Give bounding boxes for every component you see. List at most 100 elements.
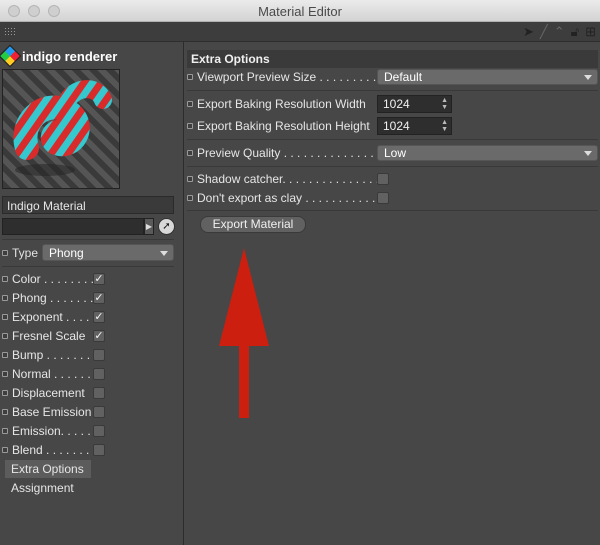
chevron-down-icon [584, 151, 592, 156]
baking-height-value: 1024 [383, 119, 410, 133]
forward-arrow-icon[interactable]: ╱ [540, 24, 548, 40]
shadow-catcher-label: Shadow catcher. . . . . . . . . . . . . … [197, 172, 380, 186]
material-name-field[interactable] [2, 218, 144, 235]
baking-height-row: Export Baking Resolution Height 1024 ▲ ▼ [187, 117, 598, 135]
viewport-preview-value: Default [384, 70, 423, 84]
channel-row[interactable]: Normal . . . . . . [2, 365, 174, 383]
divider [187, 166, 598, 167]
window-title: Material Editor [258, 4, 342, 19]
animate-dot-icon[interactable] [2, 295, 8, 301]
channel-row[interactable]: Color . . . . . . . . ✓ [2, 270, 174, 288]
divider [2, 239, 174, 240]
channel-label: Base Emission [12, 405, 92, 419]
channel-checkbox[interactable]: ✓ [93, 330, 105, 342]
channel-label: Blend . . . . . . . [12, 443, 90, 457]
channel-row[interactable]: Fresnel Scale ✓ [2, 327, 174, 345]
channel-checkbox[interactable] [93, 444, 105, 456]
animate-dot-icon[interactable] [2, 409, 8, 415]
indigo-logo-icon [0, 44, 22, 68]
new-window-icon[interactable]: ⊞ [585, 24, 596, 40]
back-arrow-icon[interactable]: ➤ [523, 24, 534, 40]
animate-dot-icon[interactable] [187, 74, 193, 80]
channel-row[interactable]: Blend . . . . . . . [2, 441, 174, 459]
pick-cursor-icon[interactable]: ➚ [158, 218, 175, 235]
export-material-button[interactable]: Export Material [200, 216, 306, 233]
up-arrow-icon[interactable]: ⌃ [554, 24, 565, 40]
material-preview [2, 69, 120, 189]
channel-label: Normal . . . . . . [12, 367, 91, 381]
clay-row: Don't export as clay . . . . . . . . . .… [187, 189, 598, 207]
divider [187, 90, 598, 91]
sidebar-item-assignment[interactable]: Assignment [5, 479, 91, 497]
baking-width-value: 1024 [383, 97, 410, 111]
animate-dot-icon[interactable] [2, 447, 8, 453]
brand-name: indigo renderer [22, 48, 118, 64]
channel-checkbox[interactable]: ✓ [93, 273, 105, 285]
channel-checkbox[interactable] [93, 406, 105, 418]
baking-width-row: Export Baking Resolution Width 1024 ▲ ▼ [187, 95, 598, 113]
extra-options-panel: Extra Options Viewport Preview Size . . … [185, 42, 600, 545]
channel-checkbox[interactable] [93, 349, 105, 361]
viewport-preview-label: Viewport Preview Size . . . . . . . . . [197, 70, 377, 84]
stepper-icon[interactable]: ▲ ▼ [441, 97, 448, 111]
channel-row[interactable]: Base Emission [2, 403, 174, 421]
type-dropdown-value: Phong [49, 246, 84, 260]
channel-checkbox[interactable]: ✓ [93, 311, 105, 323]
preview-quality-row: Preview Quality . . . . . . . . . . . . … [187, 144, 598, 162]
channel-checkbox[interactable] [93, 387, 105, 399]
lock-icon[interactable]: 🔓︎ [571, 24, 579, 40]
animate-dot-icon[interactable] [187, 195, 193, 201]
type-label: Type [12, 245, 39, 260]
sidebar-item-extra-options[interactable]: Extra Options [5, 460, 91, 478]
animate-dot-icon[interactable] [2, 390, 8, 396]
clay-checkbox[interactable] [377, 192, 389, 204]
channel-checkbox[interactable]: ✓ [93, 292, 105, 304]
channel-row[interactable]: Exponent . . . . ✓ [2, 308, 174, 326]
baking-height-label: Export Baking Resolution Height [197, 119, 370, 133]
animate-dot-icon[interactable] [187, 101, 193, 107]
channel-label: Bump . . . . . . . [12, 348, 91, 362]
animate-dot-icon[interactable] [187, 176, 193, 182]
grip-icon[interactable] [4, 27, 16, 37]
channel-label: Displacement [12, 386, 85, 400]
baking-width-input[interactable]: 1024 ▲ ▼ [377, 95, 452, 113]
preview-quality-value: Low [384, 146, 407, 160]
stepper-icon[interactable]: ▲ ▼ [441, 119, 448, 133]
channel-checkbox[interactable] [93, 368, 105, 380]
channel-row[interactable]: Emission. . . . . [2, 422, 174, 440]
toolbar: ➤ ╱ ⌃ 🔓︎ ⊞ [0, 22, 600, 42]
channel-label: Color . . . . . . . . [12, 272, 94, 286]
viewport-preview-row: Viewport Preview Size . . . . . . . . . … [187, 68, 598, 86]
animate-dot-icon[interactable] [2, 249, 8, 256]
title-bar: Material Editor [0, 0, 600, 22]
baking-height-input[interactable]: 1024 ▲ ▼ [377, 117, 452, 135]
viewport-preview-dropdown[interactable]: Default [377, 69, 598, 85]
chevron-down-icon [584, 75, 592, 80]
name-field-arrow-icon[interactable]: ▶ [144, 218, 154, 235]
brand: indigo renderer [0, 44, 118, 68]
shadow-catcher-checkbox[interactable] [377, 173, 389, 185]
animate-dot-icon[interactable] [2, 333, 8, 339]
divider [2, 266, 174, 267]
preview-quality-label: Preview Quality . . . . . . . . . . . . … [197, 146, 381, 160]
type-dropdown[interactable]: Phong [42, 244, 174, 261]
annotation-arrow-icon [219, 248, 269, 418]
channel-row[interactable]: Displacement [2, 384, 174, 402]
chevron-down-icon [160, 251, 168, 256]
channel-row[interactable]: Bump . . . . . . . [2, 346, 174, 364]
divider [187, 210, 598, 211]
animate-dot-icon[interactable] [187, 123, 193, 129]
channel-checkbox[interactable] [93, 425, 105, 437]
preview-quality-dropdown[interactable]: Low [377, 145, 598, 161]
animate-dot-icon[interactable] [2, 276, 8, 282]
animate-dot-icon[interactable] [187, 150, 193, 156]
channel-row[interactable]: Phong . . . . . . . ✓ [2, 289, 174, 307]
channel-label: Phong . . . . . . . [12, 291, 94, 305]
section-title: Extra Options [187, 50, 598, 68]
animate-dot-icon[interactable] [2, 314, 8, 320]
animate-dot-icon[interactable] [2, 428, 8, 434]
animate-dot-icon[interactable] [2, 352, 8, 358]
material-name: Indigo Material [2, 196, 174, 214]
animate-dot-icon[interactable] [2, 371, 8, 377]
divider [187, 139, 598, 140]
